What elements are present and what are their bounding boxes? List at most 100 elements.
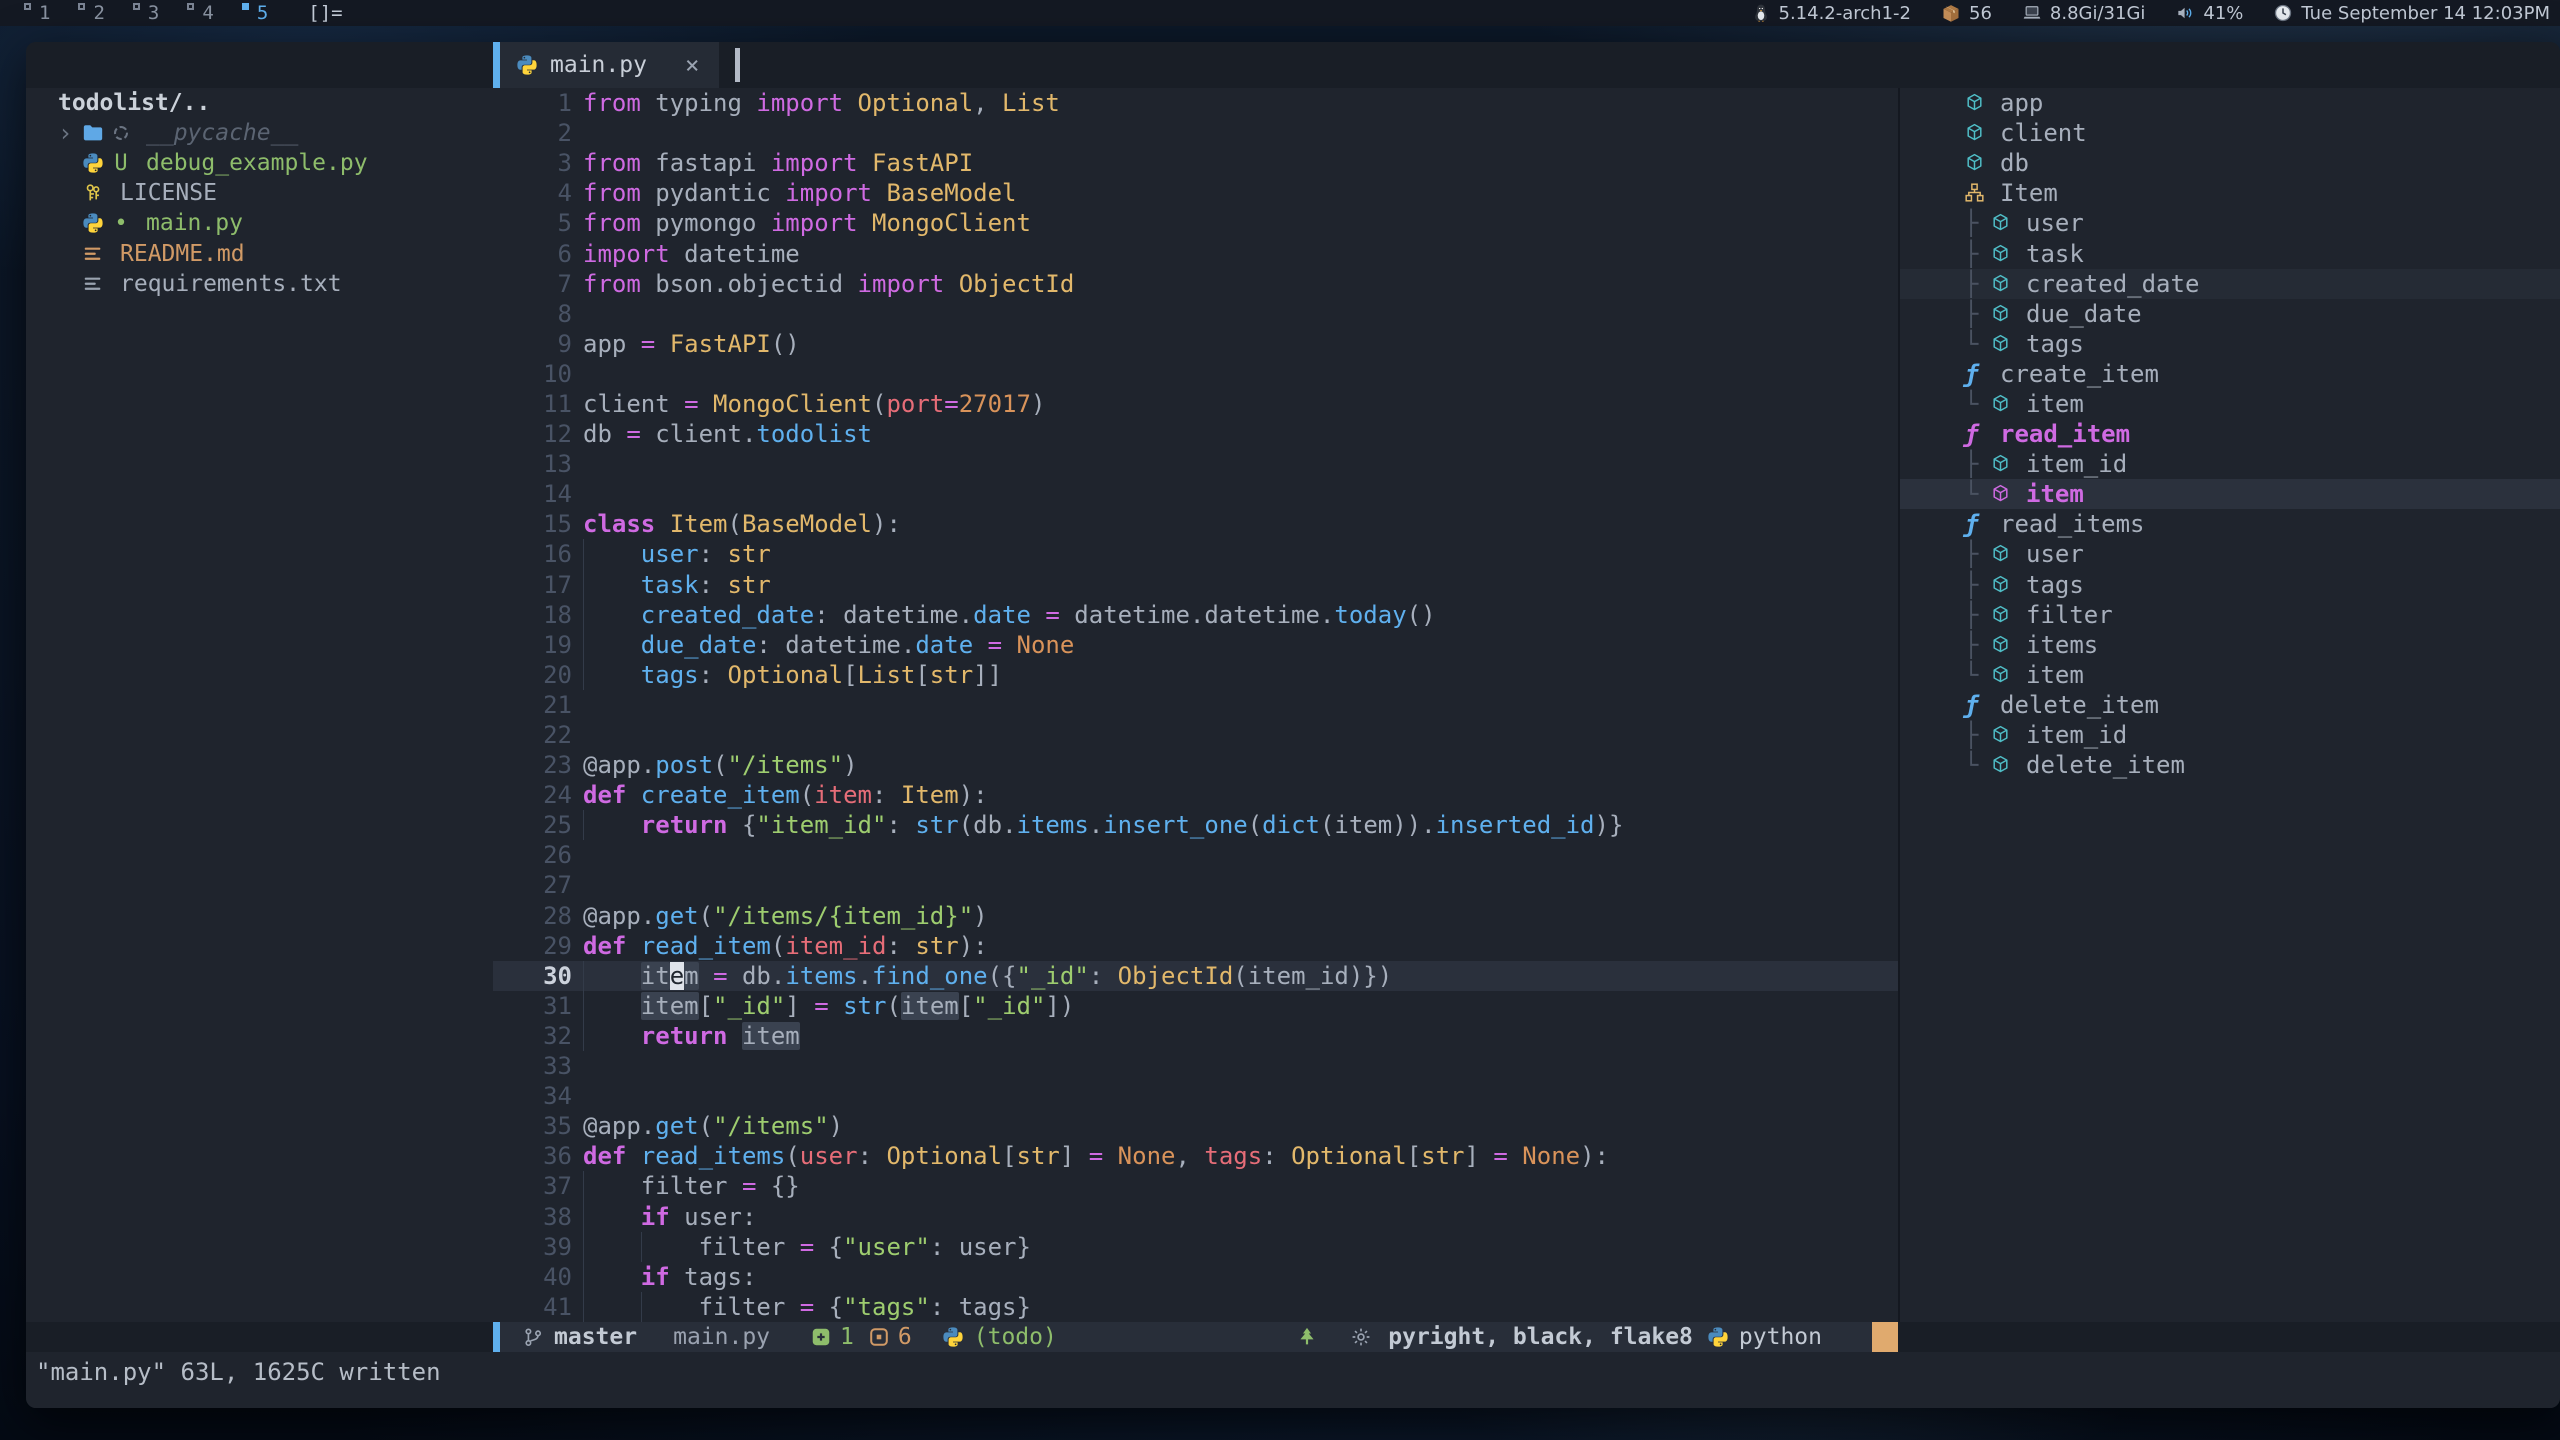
workspace-3[interactable]: 3: [119, 0, 173, 26]
code-line-34[interactable]: 34: [493, 1081, 1898, 1111]
symbol-item[interactable]: └item: [1900, 660, 2560, 690]
workspace-5[interactable]: 5: [228, 0, 282, 26]
symbol-create-item[interactable]: ƒcreate_item: [1900, 359, 2560, 389]
symbol-db[interactable]: db: [1900, 148, 2560, 178]
code-line-7[interactable]: 7from bson.objectid import ObjectId: [493, 269, 1898, 299]
code-line-41[interactable]: 41 filter = {"tags": tags}: [493, 1292, 1898, 1322]
code-line-5[interactable]: 5from pymongo import MongoClient: [493, 208, 1898, 238]
expander-icon: ›: [58, 119, 82, 147]
code-text: @app.get("/items/{item_id}"): [583, 901, 988, 931]
symbol-item-id[interactable]: ├item_id: [1900, 449, 2560, 479]
code-line-39[interactable]: 39 filter = {"user": user}: [493, 1232, 1898, 1262]
tree-item-requirements-txt[interactable]: requirements.txt: [26, 269, 493, 299]
symbol-delete-item[interactable]: └delete_item: [1900, 750, 2560, 780]
code-line-40[interactable]: 40 if tags:: [493, 1262, 1898, 1292]
code-line-19[interactable]: 19 due_date: datetime.date = None: [493, 630, 1898, 660]
git-status-badge: •: [108, 211, 134, 236]
symbol-item-id[interactable]: ├item_id: [1900, 720, 2560, 750]
symbol-due-date[interactable]: ├due_date: [1900, 299, 2560, 329]
function-icon: ƒ: [1964, 363, 1990, 385]
code-token: None: [1002, 631, 1074, 659]
symbol-tags[interactable]: └tags: [1900, 329, 2560, 359]
code-line-32[interactable]: 32 return item: [493, 1021, 1898, 1051]
symbol-read-item[interactable]: ƒread_item: [1900, 419, 2560, 449]
workspace-1[interactable]: 1: [10, 0, 64, 26]
code-line-4[interactable]: 4from pydantic import BaseModel: [493, 178, 1898, 208]
line-number: 24: [493, 781, 572, 809]
code-line-13[interactable]: 13: [493, 449, 1898, 479]
close-icon[interactable]: ×: [685, 51, 699, 79]
code-line-16[interactable]: 16 user: str: [493, 539, 1898, 569]
symbol-item[interactable]: └item: [1900, 479, 2560, 509]
code-line-36[interactable]: 36def read_items(user: Optional[str] = N…: [493, 1141, 1898, 1171]
code-token: items: [1017, 811, 1089, 839]
code-line-31[interactable]: 31 item["_id"] = str(item["_id"]): [493, 991, 1898, 1021]
symbol-delete-item[interactable]: ƒdelete_item: [1900, 690, 2560, 720]
code-line-22[interactable]: 22: [493, 720, 1898, 750]
code-token: [: [915, 661, 929, 689]
symbol-user[interactable]: ├user: [1900, 539, 2560, 569]
code-line-18[interactable]: 18 created_date: datetime.date = datetim…: [493, 600, 1898, 630]
code-line-27[interactable]: 27: [493, 870, 1898, 900]
code-line-3[interactable]: 3from fastapi import FastAPI: [493, 148, 1898, 178]
code-line-8[interactable]: 8: [493, 299, 1898, 329]
symbol-created-date[interactable]: ├created_date: [1900, 269, 2560, 299]
symbol-item[interactable]: └item: [1900, 389, 2560, 419]
buffer-tabline: main.py ×: [26, 42, 2560, 88]
tree-item-readme-md[interactable]: README.md: [26, 238, 493, 268]
code-token: (: [785, 1142, 799, 1170]
code-line-9[interactable]: 9app = FastAPI(): [493, 329, 1898, 359]
code-line-37[interactable]: 37 filter = {}: [493, 1171, 1898, 1201]
code-line-2[interactable]: 2: [493, 118, 1898, 148]
symbol-read-items[interactable]: ƒread_items: [1900, 509, 2560, 539]
tree-root[interactable]: todolist/..: [26, 88, 493, 118]
code-line-28[interactable]: 28@app.get("/items/{item_id}"): [493, 901, 1898, 931]
code-line-1[interactable]: 1from typing import Optional, List: [493, 88, 1898, 118]
code-line-30[interactable]: 30 item = db.items.find_one({"_id": Obje…: [493, 961, 1898, 991]
code-line-14[interactable]: 14: [493, 479, 1898, 509]
line-number: 25: [493, 811, 572, 839]
symbol-item[interactable]: Item: [1900, 178, 2560, 208]
code-line-20[interactable]: 20 tags: Optional[List[str]]: [493, 660, 1898, 690]
tree-item-license[interactable]: LICENSE: [26, 178, 493, 208]
symbol-client[interactable]: client: [1900, 118, 2560, 148]
code-token: ): [1031, 390, 1045, 418]
symbol-user[interactable]: ├user: [1900, 208, 2560, 238]
code-line-11[interactable]: 11client = MongoClient(port=27017): [493, 389, 1898, 419]
code-token: "user": [843, 1233, 930, 1261]
buffer-tab-main-py[interactable]: main.py ×: [500, 42, 719, 88]
workspace-2[interactable]: 2: [64, 0, 118, 26]
code-line-6[interactable]: 6import datetime: [493, 238, 1898, 268]
code-line-12[interactable]: 12db = client.todolist: [493, 419, 1898, 449]
code-token: : tags}: [930, 1293, 1031, 1321]
code-line-24[interactable]: 24def create_item(item: Item):: [493, 780, 1898, 810]
git-added-icon: [810, 1326, 834, 1348]
code-line-38[interactable]: 38 if user:: [493, 1201, 1898, 1231]
code-editor[interactable]: 1from typing import Optional, List23from…: [493, 88, 1898, 1322]
tree-item-main-py[interactable]: •main.py: [26, 208, 493, 238]
code-line-29[interactable]: 29def read_item(item_id: str):: [493, 931, 1898, 961]
code-line-15[interactable]: 15class Item(BaseModel):: [493, 509, 1898, 539]
tree-item--pycache-[interactable]: ›__pycache__: [26, 118, 493, 148]
symbol-app[interactable]: app: [1900, 88, 2560, 118]
code-line-25[interactable]: 25 return {"item_id": str(db.items.inser…: [493, 810, 1898, 840]
code-line-26[interactable]: 26: [493, 840, 1898, 870]
code-token: ):: [959, 932, 988, 960]
code-line-35[interactable]: 35@app.get("/items"): [493, 1111, 1898, 1141]
code-line-17[interactable]: 17 task: str: [493, 570, 1898, 600]
code-token: [583, 811, 641, 839]
code-token: .: [858, 962, 872, 990]
code-line-33[interactable]: 33: [493, 1051, 1898, 1081]
code-token: items: [785, 962, 857, 990]
code-line-23[interactable]: 23@app.post("/items"): [493, 750, 1898, 780]
symbol-items[interactable]: ├items: [1900, 630, 2560, 660]
workspace-4[interactable]: 4: [173, 0, 227, 26]
indent-guide: [583, 600, 584, 630]
code-token: (item_id)}): [1233, 962, 1392, 990]
code-line-10[interactable]: 10: [493, 359, 1898, 389]
symbol-tags[interactable]: ├tags: [1900, 570, 2560, 600]
tree-item-debug-example-py[interactable]: Udebug_example.py: [26, 148, 493, 178]
symbol-filter[interactable]: ├filter: [1900, 600, 2560, 630]
symbol-task[interactable]: ├task: [1900, 238, 2560, 268]
code-line-21[interactable]: 21: [493, 690, 1898, 720]
